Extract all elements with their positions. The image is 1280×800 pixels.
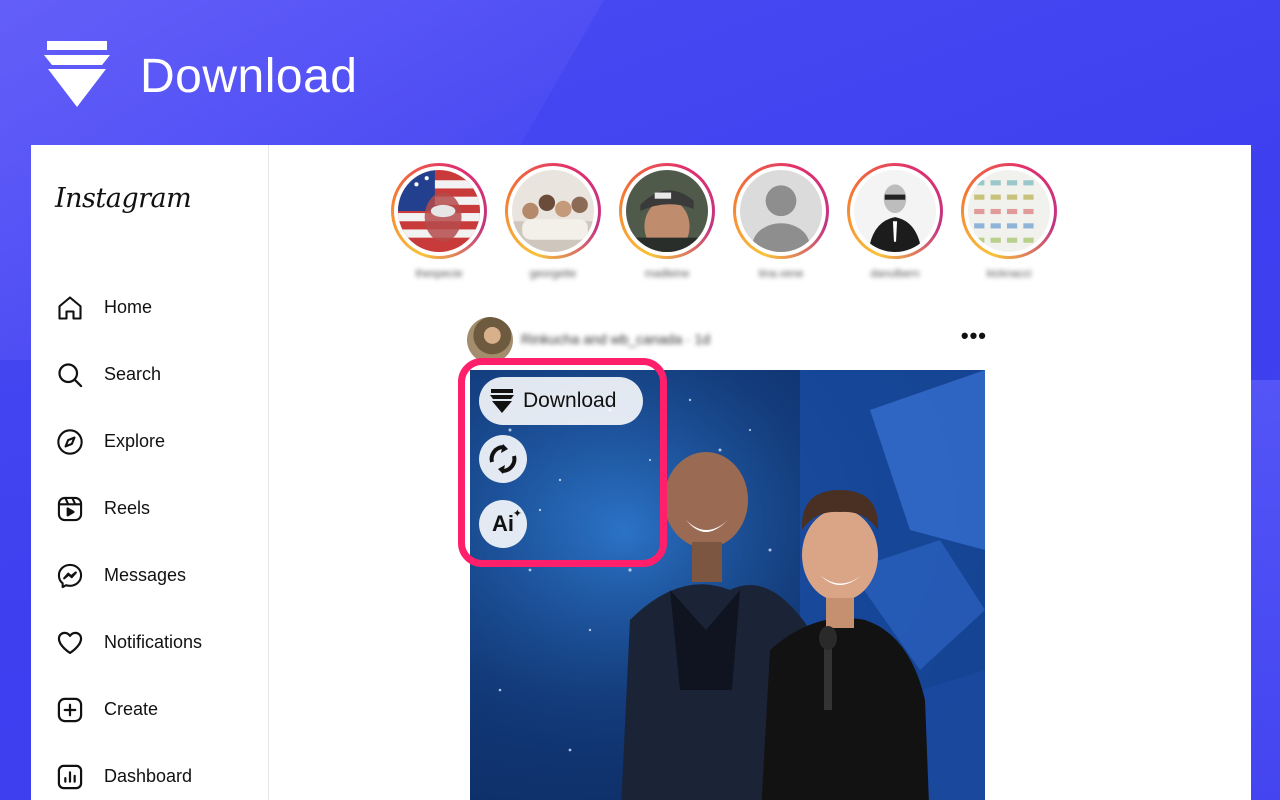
- download-button[interactable]: Download: [479, 377, 643, 425]
- sidebar-item-label: Explore: [104, 431, 166, 451]
- plus-square-icon: [55, 695, 85, 725]
- story-username: thespecie: [415, 268, 463, 280]
- story-item[interactable]: kicknacci: [961, 163, 1057, 280]
- story-avatar: [854, 170, 936, 252]
- sidebar-item-home[interactable]: Home: [55, 274, 202, 341]
- stories-tray: thespecie georgette madleine tina.vene d…: [391, 163, 1057, 280]
- ai-button[interactable]: Ai ✦: [479, 500, 527, 548]
- more-options-icon[interactable]: •••: [961, 323, 987, 349]
- sidebar-item-label: Create: [104, 699, 159, 719]
- ai-label: Ai ✦: [492, 508, 522, 537]
- rotate-icon: [489, 444, 517, 474]
- sidebar-item-messages[interactable]: Messages: [55, 542, 202, 609]
- post-header: Rinkucha and wb_canada · 1d •••: [467, 317, 987, 363]
- story-item[interactable]: danulbern: [847, 163, 943, 280]
- rotate-button[interactable]: [479, 435, 527, 483]
- story-avatar: [398, 170, 480, 252]
- sidebar-item-label: Messages: [104, 565, 187, 585]
- story-item[interactable]: tina.vene: [733, 163, 829, 280]
- sidebar-item-label: Home: [104, 297, 153, 317]
- story-item[interactable]: thespecie: [391, 163, 487, 280]
- story-avatar: [512, 170, 594, 252]
- search-icon: [55, 360, 85, 390]
- home-icon: [55, 293, 85, 323]
- story-username: georgette: [529, 268, 577, 280]
- sidebar-item-label: Reels: [104, 498, 151, 518]
- compass-icon: [55, 427, 85, 457]
- sidebar-item-explore[interactable]: Explore: [55, 408, 202, 475]
- instagram-window: Instagram Home Search Explore Reels Mess…: [31, 145, 1251, 800]
- story-item[interactable]: georgette: [505, 163, 601, 280]
- hero-header: Download: [44, 40, 357, 112]
- download-button-label: Download: [523, 389, 617, 412]
- story-avatar: [626, 170, 708, 252]
- download-arrow-icon: [44, 41, 110, 107]
- sidebar-item-reels[interactable]: Reels: [55, 475, 202, 542]
- sparkle-icon: ✦: [512, 508, 522, 520]
- story-item[interactable]: madleine: [619, 163, 715, 280]
- sidebar-item-label: Dashboard: [104, 766, 193, 786]
- post-author-avatar[interactable]: [467, 317, 513, 363]
- story-username: danulbern: [870, 268, 920, 280]
- default-avatar-icon: [740, 170, 822, 252]
- reels-icon: [55, 494, 85, 524]
- messenger-icon: [55, 561, 85, 591]
- hero-title: Download: [140, 49, 358, 103]
- sidebar-item-create[interactable]: Create: [55, 676, 202, 743]
- sidebar-item-label: Search: [104, 364, 162, 384]
- story-avatar: [968, 170, 1050, 252]
- sidebar-nav: Home Search Explore Reels Messages Notif…: [55, 274, 202, 800]
- sidebar-item-search[interactable]: Search: [55, 341, 202, 408]
- instagram-logo[interactable]: Instagram: [55, 183, 192, 214]
- sidebar-item-dashboard[interactable]: Dashboard: [55, 743, 202, 800]
- dashboard-icon: [55, 762, 85, 792]
- ai-text: Ai: [492, 511, 514, 536]
- post-author-name[interactable]: Rinkucha and wb_canada · 1d: [521, 331, 710, 347]
- heart-icon: [55, 628, 85, 658]
- story-username: madleine: [644, 268, 690, 280]
- story-username: kicknacci: [986, 268, 1032, 280]
- sidebar-item-label: Notifications: [104, 632, 203, 652]
- sidebar: Instagram Home Search Explore Reels Mess…: [31, 145, 269, 800]
- download-arrow-icon: [490, 389, 514, 413]
- sidebar-item-notifications[interactable]: Notifications: [55, 609, 202, 676]
- story-username: tina.vene: [758, 268, 804, 280]
